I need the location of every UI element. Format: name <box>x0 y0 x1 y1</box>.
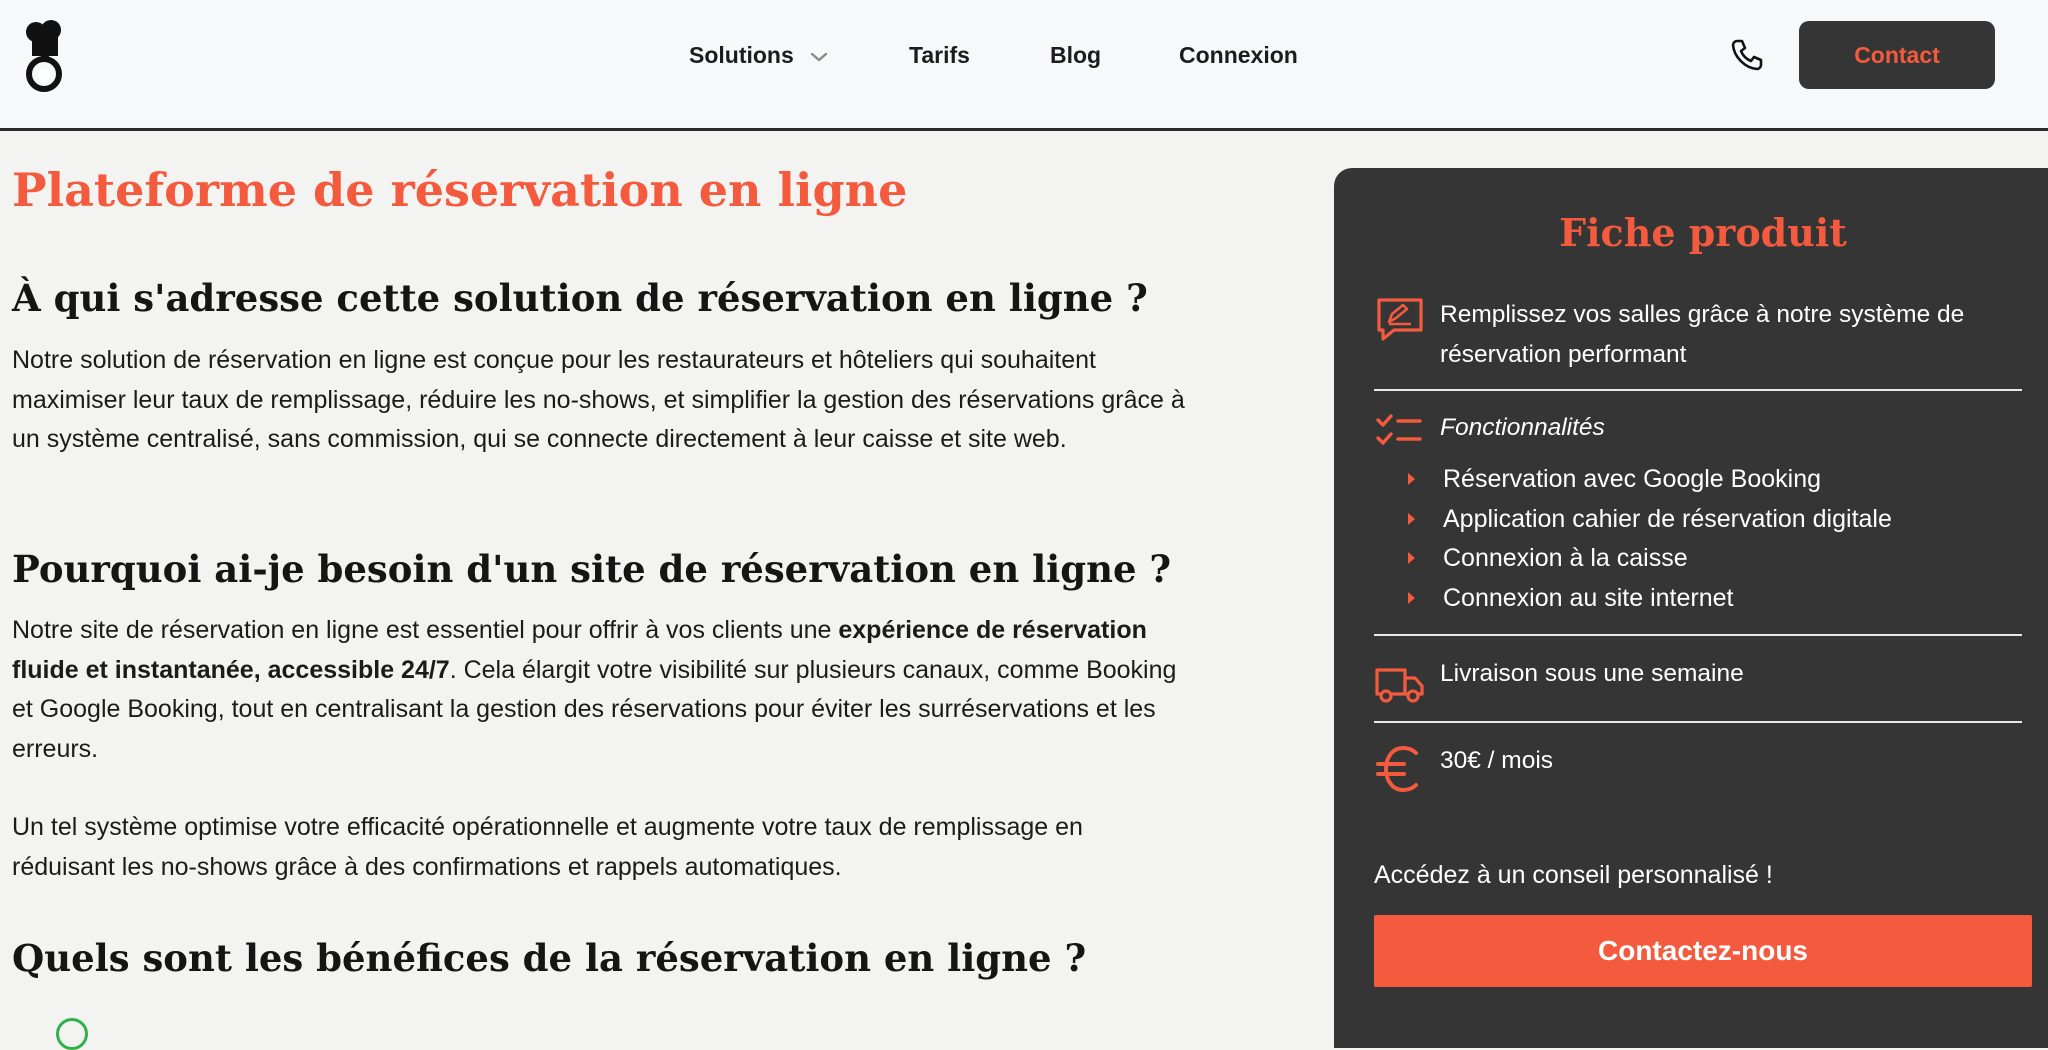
section-paragraph: Un tel système optimise votre efficacité… <box>12 813 1083 881</box>
card-divider <box>1374 389 2022 391</box>
chevron-down-icon <box>810 52 828 62</box>
delivery-text: Livraison sous une semaine <box>1440 660 1744 687</box>
section-paragraph: Notre site de réservation en ligne est e… <box>12 611 1192 769</box>
card-intro: Remplissez vos salles grâce à notre syst… <box>1440 301 1965 368</box>
check-circle-icon <box>56 1018 88 1050</box>
contactez-nous-button[interactable]: Contactez-nous <box>1374 915 2032 987</box>
section-paragraph: Notre solution de réservation en ligne e… <box>12 346 1185 453</box>
feature-item: Réservation avec Google Booking <box>1408 460 2008 500</box>
caret-right-icon <box>1408 591 1415 604</box>
contact-button[interactable]: Contact <box>1799 21 1995 89</box>
feature-label: Connexion à la caisse <box>1443 544 1688 572</box>
site-header: Solutions Tarifs Blog Connexion Contact <box>0 0 2048 131</box>
checklist-icon <box>1376 414 1422 445</box>
page-title: Plateforme de réservation en ligne <box>12 163 908 217</box>
nav-blog[interactable]: Blog <box>1050 40 1101 70</box>
feature-item: Application cahier de réservation digita… <box>1408 500 2008 540</box>
caret-right-icon <box>1408 552 1415 564</box>
nav-tarifs[interactable]: Tarifs <box>909 40 970 70</box>
card-divider <box>1374 721 2022 723</box>
features-list: Réservation avec Google Booking Applicat… <box>1408 460 2008 618</box>
truck-icon <box>1375 668 1424 703</box>
feature-item: Connexion au site internet <box>1408 579 2008 619</box>
nav-solutions[interactable]: Solutions <box>689 40 828 70</box>
paragraph-text: Notre site de réservation en ligne est e… <box>12 616 839 644</box>
section-heading: Quels sont les bénéfices de la réservati… <box>12 936 1087 980</box>
card-title: Fiche produit <box>1559 210 1847 255</box>
feature-item: Connexion à la caisse <box>1408 539 2008 579</box>
phone-icon[interactable] <box>1730 38 1764 72</box>
cta-prompt: Accédez à un conseil personnalisé ! <box>1374 861 1773 889</box>
features-title: Fonctionnalités <box>1440 414 1605 441</box>
euro-icon <box>1376 745 1418 793</box>
price-text: 30€ / mois <box>1440 747 1554 774</box>
message-edit-icon <box>1377 298 1423 341</box>
product-card: Fiche produit Remplissez vos salles grâc… <box>1334 168 2048 1048</box>
card-divider <box>1374 634 2022 636</box>
nav-connexion[interactable]: Connexion <box>1179 40 1298 70</box>
section-heading: Pourquoi ai-je besoin d'un site de réser… <box>12 547 1172 591</box>
caret-right-icon <box>1408 512 1415 525</box>
feature-label: Application cahier de réservation digita… <box>1443 504 1892 533</box>
caret-right-icon <box>1408 473 1415 485</box>
feature-label: Connexion au site internet <box>1443 583 1734 612</box>
feature-label: Réservation avec Google Booking <box>1443 465 1822 493</box>
nav-solutions-label: Solutions <box>689 42 794 68</box>
section-heading: À qui s'adresse cette solution de réserv… <box>12 276 1148 320</box>
